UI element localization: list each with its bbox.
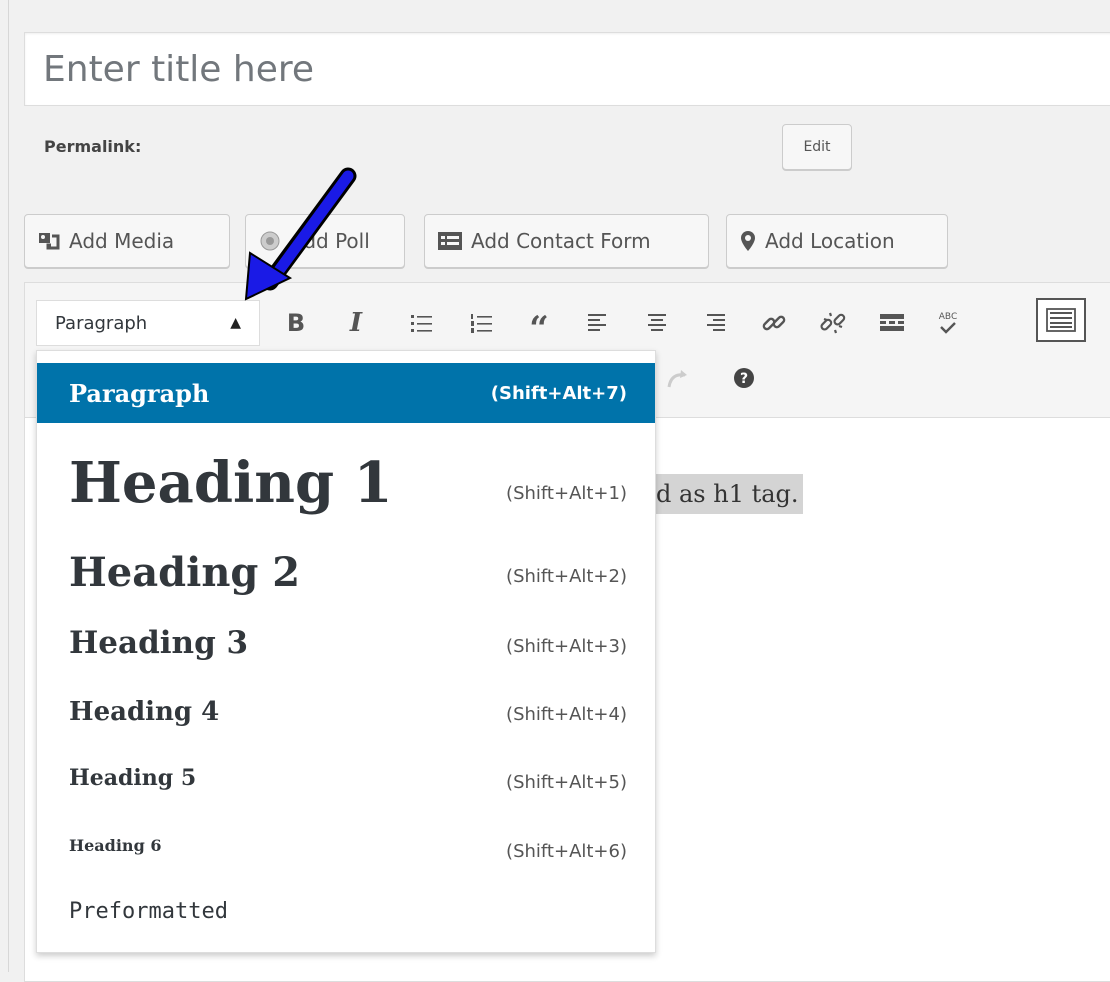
blockquote-button[interactable]: “ [521, 302, 557, 349]
spellcheck-icon: ABC [939, 312, 957, 334]
format-option-shortcut: (Shift+Alt+2) [506, 565, 627, 587]
format-option-heading-4[interactable]: Heading 4 (Shift+Alt+4) [37, 681, 655, 743]
format-option-label: Preformatted [69, 898, 228, 924]
format-option-shortcut: (Shift+Alt+5) [506, 771, 627, 793]
permalink-label: Permalink: [44, 137, 142, 156]
left-border [8, 0, 9, 972]
read-more-button[interactable] [874, 302, 910, 344]
triangle-up-icon: ▲ [230, 315, 241, 331]
poll-icon [258, 229, 282, 253]
title-input[interactable] [25, 33, 1110, 105]
add-location-button[interactable]: Add Location [726, 214, 948, 268]
add-media-label: Add Media [69, 229, 175, 253]
italic-icon: I [349, 308, 363, 338]
align-right-icon [707, 314, 725, 331]
unlink-icon [820, 312, 846, 334]
svg-text:?: ? [740, 371, 748, 387]
format-option-label: Heading 6 [69, 835, 162, 855]
title-field-container [24, 32, 1110, 106]
format-option-preformatted[interactable]: Preformatted [37, 881, 655, 941]
add-contact-form-label: Add Contact Form [471, 229, 651, 253]
toolbar-toggle-button[interactable] [1036, 298, 1086, 342]
redo-icon [667, 370, 687, 388]
format-option-label: Heading 2 [69, 548, 301, 596]
format-option-shortcut: (Shift+Alt+7) [490, 382, 627, 404]
format-option-shortcut: (Shift+Alt+1) [506, 482, 627, 504]
add-location-label: Add Location [765, 229, 895, 253]
bold-button[interactable]: B [278, 302, 314, 344]
contact-form-icon [437, 231, 463, 251]
align-center-button[interactable] [639, 302, 675, 344]
format-option-label: Paragraph [69, 378, 210, 408]
format-option-label: Heading 4 [69, 697, 220, 727]
format-option-label: Heading 1 [69, 450, 393, 516]
format-option-label: Heading 3 [69, 625, 249, 661]
help-icon: ? [734, 368, 754, 388]
italic-button[interactable]: I [338, 302, 374, 344]
align-center-icon [648, 314, 666, 331]
remove-link-button[interactable] [815, 302, 851, 344]
numbered-list-icon [471, 314, 492, 333]
bulleted-list-icon [411, 315, 432, 332]
add-media-button[interactable]: Add Media [24, 214, 230, 268]
help-button[interactable]: ? [726, 360, 762, 396]
keyboard-icon [1046, 308, 1076, 332]
align-right-button[interactable] [697, 302, 733, 344]
read-more-icon [880, 314, 904, 331]
add-poll-button[interactable]: Add Poll [245, 214, 405, 268]
add-contact-form-button[interactable]: Add Contact Form [424, 214, 709, 268]
blockquote-icon: “ [529, 309, 549, 349]
spellcheck-button[interactable]: ABC [930, 302, 966, 344]
format-option-shortcut: (Shift+Alt+3) [506, 635, 627, 657]
format-option-paragraph[interactable]: Paragraph (Shift+Alt+7) [37, 363, 655, 423]
align-left-button[interactable] [580, 302, 616, 344]
editor-content-text[interactable]: d as h1 tag. [656, 474, 803, 514]
format-option-heading-1[interactable]: Heading 1 (Shift+Alt+1) [37, 431, 655, 535]
permalink-edit-button[interactable]: Edit [782, 124, 852, 170]
format-option-heading-2[interactable]: Heading 2 (Shift+Alt+2) [37, 537, 655, 607]
location-pin-icon [739, 230, 757, 252]
insert-link-button[interactable] [756, 302, 792, 344]
align-left-icon [588, 314, 606, 331]
format-option-label: Heading 5 [69, 765, 197, 791]
add-poll-label: Add Poll [290, 229, 370, 253]
format-select[interactable]: Paragraph ▲ [36, 300, 260, 346]
format-option-heading-3[interactable]: Heading 3 (Shift+Alt+3) [37, 611, 655, 675]
redo-button[interactable] [660, 360, 696, 396]
format-option-shortcut: (Shift+Alt+6) [506, 840, 627, 862]
media-icon [37, 230, 61, 252]
format-option-heading-6[interactable]: Heading 6 (Shift+Alt+6) [37, 813, 655, 877]
format-dropdown-menu: Paragraph (Shift+Alt+7) Heading 1 (Shift… [36, 350, 656, 953]
format-select-value: Paragraph [55, 312, 148, 334]
numbered-list-button[interactable] [464, 302, 500, 344]
link-icon [762, 315, 786, 331]
format-option-shortcut: (Shift+Alt+4) [506, 703, 627, 725]
bulleted-list-button[interactable] [404, 302, 440, 344]
bold-icon: B [286, 309, 306, 337]
format-option-heading-5[interactable]: Heading 5 (Shift+Alt+5) [37, 747, 655, 809]
